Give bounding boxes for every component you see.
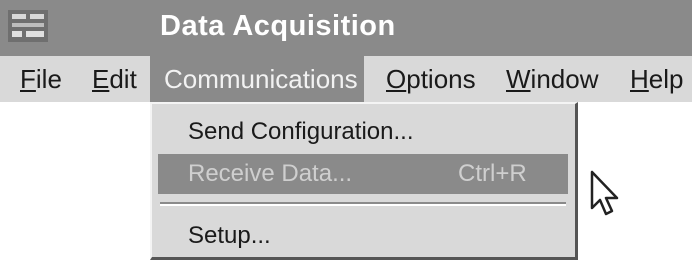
menu-help[interactable]: Help bbox=[624, 56, 689, 102]
menu-help-mnemonic: H bbox=[630, 64, 649, 94]
menu-file[interactable]: File bbox=[14, 56, 68, 102]
menu-item-setup[interactable]: Setup... bbox=[158, 216, 568, 256]
menu-edit-mnemonic: E bbox=[92, 64, 110, 94]
app-icon[interactable] bbox=[6, 8, 50, 44]
menu-separator bbox=[160, 202, 566, 206]
title-bar: Data Acquisition bbox=[0, 0, 692, 56]
menu-edit-rest: dit bbox=[109, 64, 137, 94]
menu-options[interactable]: Options bbox=[380, 56, 482, 102]
menu-item-receive-data[interactable]: Receive Data... Ctrl+R bbox=[158, 154, 568, 194]
menu-window-rest: indow bbox=[530, 64, 599, 94]
send-configuration-label: Send Configuration... bbox=[188, 118, 414, 145]
menu-options-rest: ptions bbox=[406, 64, 476, 94]
menu-file-rest: ile bbox=[35, 64, 62, 94]
menu-item-send-configuration[interactable]: Send Configuration... bbox=[158, 112, 568, 152]
communications-dropdown: Send Configuration... Receive Data... Ct… bbox=[150, 102, 578, 260]
menu-options-mnemonic: O bbox=[386, 64, 407, 94]
arrow-cursor-icon bbox=[590, 170, 619, 216]
menu-communications-label: Communications bbox=[164, 64, 358, 94]
menu-file-mnemonic: F bbox=[20, 64, 36, 94]
menu-help-rest: elp bbox=[648, 64, 684, 94]
receive-data-shortcut: Ctrl+R bbox=[458, 160, 527, 187]
menu-edit[interactable]: Edit bbox=[86, 56, 143, 102]
setup-label: Setup... bbox=[188, 222, 271, 249]
window-title: Data Acquisition bbox=[160, 10, 396, 42]
menu-window-mnemonic: W bbox=[506, 64, 531, 94]
menu-communications[interactable]: Communications bbox=[150, 56, 364, 102]
menu-window[interactable]: Window bbox=[500, 56, 604, 102]
receive-data-label: Receive Data... bbox=[188, 160, 353, 187]
